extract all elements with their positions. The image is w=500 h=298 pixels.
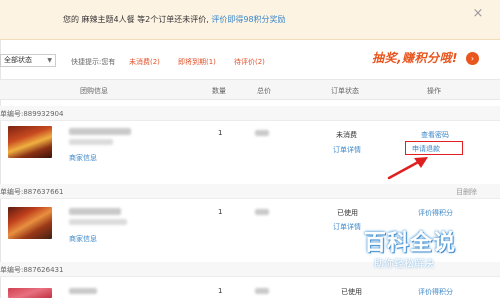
view-password-link[interactable]: 查看密码 [421,130,449,140]
header-quantity: 数量 [212,87,226,95]
watermark-title: 百科全说 [364,231,457,256]
header-deal-info: 团购信息 [80,87,108,95]
order-number: 单编号:887637661 [0,188,64,196]
order-number-bar: 单编号:887637661 目删除 [0,184,500,199]
delete-order-link[interactable]: 目删除 [456,187,477,197]
deal-title-redacted [69,288,97,294]
watermark-subtitle: 助你轻松解决 [374,259,434,270]
quick-filter-to-review[interactable]: 待评价(2) [234,57,265,67]
quick-filter-expiring[interactable]: 即将到期(1) [178,57,216,67]
order-number: 单编号:889932904 [0,110,64,118]
shop-info-link[interactable]: 商家信息 [69,234,97,244]
order-total-redacted [255,288,269,294]
header-total: 总价 [257,87,271,95]
header-actions: 操作 [427,87,441,95]
order-quantity: 1 [218,287,223,295]
deal-thumbnail[interactable] [8,288,52,298]
chevron-right-icon[interactable]: › [466,52,479,65]
quick-hint-label: 快捷提示:您有 [71,58,116,66]
order-detail-link[interactable]: 订单详情 [333,145,361,155]
order-status: 已使用 [341,288,362,296]
order-number-bar: 单编号:889932904 [0,106,500,121]
deal-subtitle-redacted [69,219,127,225]
lottery-promo-link[interactable]: 抽奖,赚积分哦! [372,49,458,66]
order-table-header: 团购信息 数量 总价 订单状态 操作 [0,79,500,100]
order-status: 未消费 [336,131,357,139]
review-for-points-link[interactable]: 评价得积分 [418,287,453,297]
review-reward-link[interactable]: 评价即得98积分奖励 [211,15,285,24]
chevron-down-icon: ▼ [47,57,52,64]
header-order-status: 订单状态 [331,87,359,95]
order-quantity: 1 [218,208,223,216]
status-filter-value: 全部状态 [4,56,32,64]
status-filter-select[interactable]: 全部状态 ▼ [0,54,56,67]
notice-text: 您的 麻辣主题4人餐 等2个订单还未评价, [63,15,209,24]
order-number: 单编号:887626431 [0,266,64,274]
review-notice-banner: 您的 麻辣主题4人餐 等2个订单还未评价, 评价即得98积分奖励 × [0,0,500,40]
deal-title-redacted [69,128,131,135]
review-for-points-link[interactable]: 评价得积分 [418,208,453,218]
order-status: 已使用 [337,209,358,217]
order-detail-link[interactable]: 订单详情 [333,222,361,232]
deal-subtitle-redacted [69,139,113,145]
notice-message: 您的 麻辣主题4人餐 等2个订单还未评价, 评价即得98积分奖励 [63,14,286,25]
deal-thumbnail[interactable] [8,207,52,239]
order-quantity: 1 [218,129,223,137]
refund-highlight-box [405,141,463,155]
close-icon[interactable]: × [470,6,486,22]
order-total-redacted [255,130,269,136]
watermark-logo: 百科全说 助你轻松解决 [364,225,482,270]
order-total-redacted [255,209,269,215]
shop-info-link[interactable]: 商家信息 [69,153,97,163]
quick-filter-unconsumed[interactable]: 未消费(2) [129,57,160,67]
deal-title-redacted [69,208,121,215]
deal-thumbnail[interactable] [8,126,52,158]
